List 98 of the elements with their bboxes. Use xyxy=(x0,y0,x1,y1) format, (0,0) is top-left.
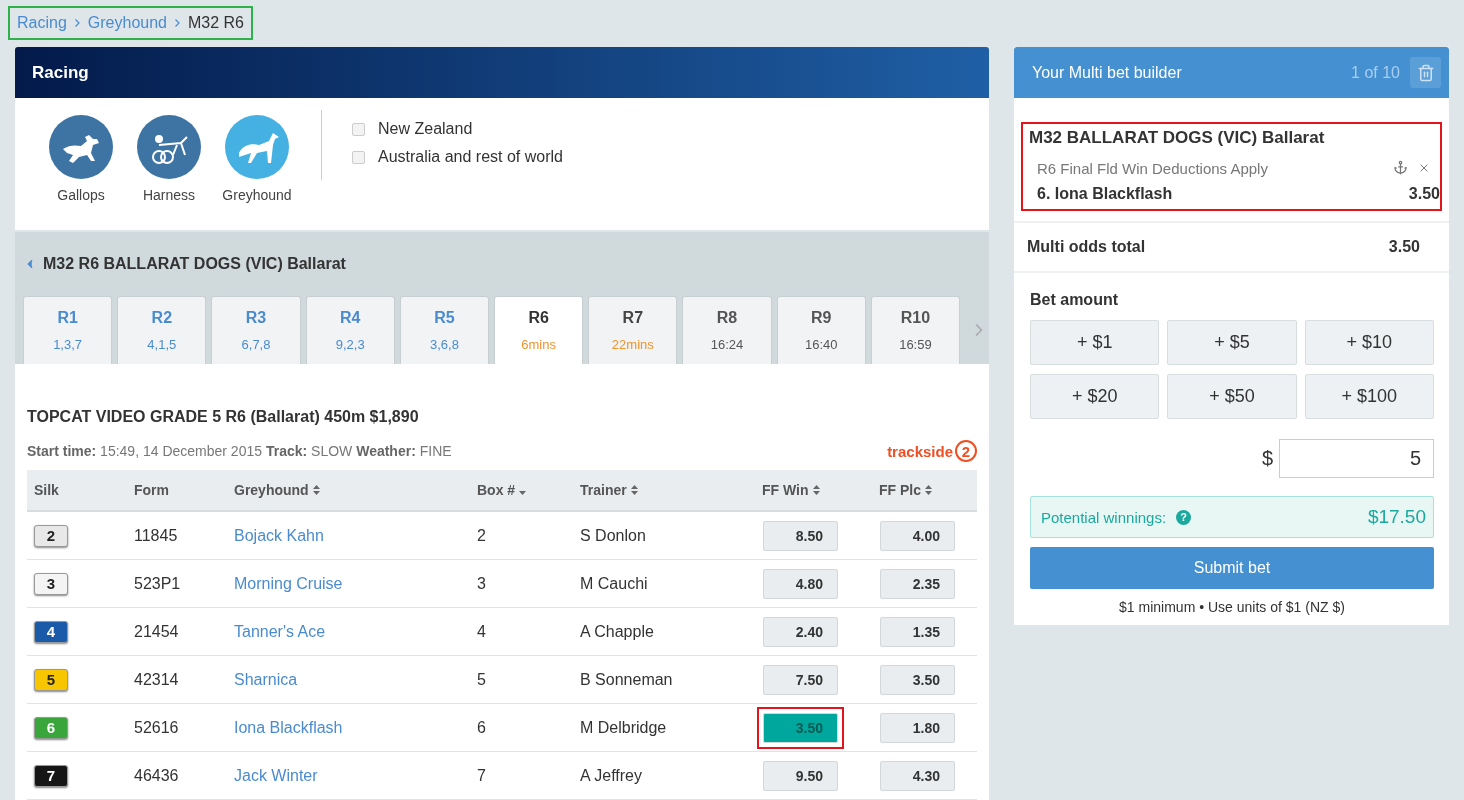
table-cell-text: 7 xyxy=(477,766,487,785)
column-header: Box # xyxy=(477,482,516,498)
column-header: FF Plc xyxy=(879,482,921,498)
race-tab[interactable]: R8 16:24 xyxy=(682,296,772,364)
odds-button[interactable]: 1.80 xyxy=(880,712,955,743)
table-cell-text: B Sonneman xyxy=(580,670,674,689)
sort-icon[interactable] xyxy=(630,485,638,495)
race-title: TOPCAT VIDEO GRADE 5 R6 (Ballarat) 450m $1,890 xyxy=(27,408,420,426)
odds-button[interactable]: 1.35 xyxy=(880,616,955,647)
table-cell-text: 11845 xyxy=(134,526,179,545)
broadcaster-logo: trackside xyxy=(887,442,953,460)
column-header: Trainer xyxy=(580,482,627,498)
table-cell-text: 42314 xyxy=(134,670,180,689)
chevron-icon xyxy=(74,19,80,27)
harness-icon xyxy=(137,115,201,179)
sort-icon[interactable] xyxy=(312,485,320,495)
table-cell-text: 4 xyxy=(477,622,487,641)
race-tab[interactable]: R9 16:40 xyxy=(776,296,866,364)
odds-button[interactable]: 7.50 xyxy=(763,664,838,695)
silk: 6 xyxy=(34,716,68,739)
amount-button[interactable]: + $100 xyxy=(1304,374,1434,419)
amount-button[interactable]: + $50 xyxy=(1167,374,1297,419)
odds-button[interactable]: 8.50 xyxy=(763,520,838,551)
table-cell-text: 21454 xyxy=(134,622,180,641)
checkbox[interactable] xyxy=(352,122,365,136)
table-cell-text: M Cauchi xyxy=(580,574,649,593)
bet-note: $1 minimum • Use units of $1 (NZ $) xyxy=(1118,599,1346,615)
odds-button[interactable]: 2.35 xyxy=(880,568,955,599)
amount-button[interactable]: + $1 xyxy=(1030,320,1160,365)
runner-link[interactable]: Jack Winter xyxy=(234,766,318,784)
amount-button[interactable]: + $10 xyxy=(1304,320,1434,365)
race-info: Start time: 15:49, 14 December 2015 Track: SLOW Weather: FINE xyxy=(27,443,452,459)
odds-button[interactable]: 3.50 xyxy=(880,664,955,695)
breadcrumb-current: M32 R6 xyxy=(188,14,244,32)
runner-link[interactable]: Sharnica xyxy=(234,670,298,688)
race-tab[interactable]: R7 22mins xyxy=(588,296,678,364)
table-cell-text: 2 xyxy=(477,526,487,545)
chevron-icon xyxy=(175,19,180,27)
selection-odds: 3.50 xyxy=(1408,185,1440,203)
column-header: Greyhound xyxy=(234,482,309,498)
table-cell-text: A Jeffrey xyxy=(580,766,643,785)
checkbox[interactable] xyxy=(352,150,365,164)
anchor-icon[interactable] xyxy=(1393,160,1408,175)
selection-meeting: M32 BALLARAT DOGS (VIC) Ballarat xyxy=(1029,128,1326,148)
winnings-label: Potential winnings: xyxy=(1041,508,1167,526)
silk: 4 xyxy=(34,620,68,643)
odds-button[interactable]: 4.30 xyxy=(880,760,955,791)
stake-input[interactable]: 5 xyxy=(1279,439,1434,478)
sort-icon[interactable] xyxy=(812,485,820,495)
table-cell-text: 523P1 xyxy=(134,574,182,593)
panel-header: Racing xyxy=(15,47,989,98)
table-cell-text: 46436 xyxy=(134,766,180,785)
amount-button[interactable]: + $20 xyxy=(1030,374,1160,419)
silk: 2 xyxy=(34,524,68,547)
gallops-icon xyxy=(49,115,113,179)
race-tab[interactable]: R10 16:59 xyxy=(870,296,961,364)
checkbox-label: Australia and rest of world xyxy=(378,148,563,166)
table-cell-text: 52616 xyxy=(134,718,180,737)
winnings-value: $17.50 xyxy=(1367,506,1426,528)
runner-link[interactable]: Iona Blackflash xyxy=(234,718,343,736)
odds-button[interactable]: 4.80 xyxy=(763,568,838,599)
silk: 5 xyxy=(34,668,68,691)
selection-market: R6 Final Fld Win Deductions Apply xyxy=(1037,160,1269,177)
sort-icon[interactable] xyxy=(925,485,932,495)
table-cell-text: 6 xyxy=(477,718,487,737)
odds-button[interactable]: 2.40 xyxy=(763,616,838,647)
betslip-title: Your Multi bet builder xyxy=(1032,63,1183,82)
runner-link[interactable]: Bojack Kahn xyxy=(234,526,324,544)
table-cell-text: 3 xyxy=(477,574,487,593)
column-header: FF Win xyxy=(762,482,809,498)
runner-link[interactable]: Morning Cruise xyxy=(234,574,343,592)
runner-link[interactable]: Tanner's Ace xyxy=(234,622,326,640)
sport-label[interactable]: Greyhound xyxy=(222,187,292,203)
race-tab[interactable]: R6 6mins xyxy=(494,296,584,364)
trash-icon xyxy=(1416,63,1435,82)
table-cell-text: M Delbridge xyxy=(580,718,668,737)
currency-label: $ xyxy=(1261,447,1273,470)
channel-badge: 2 xyxy=(955,440,977,462)
column-header: Silk xyxy=(34,482,59,498)
greyhound-icon xyxy=(225,115,289,179)
amount-button[interactable]: + $5 xyxy=(1167,320,1297,365)
total-odds: 3.50 xyxy=(1388,238,1420,256)
odds-button[interactable]: 9.50 xyxy=(763,760,838,791)
odds-button[interactable]: 4.00 xyxy=(880,520,955,551)
selection-count: 1 of 10 xyxy=(1351,63,1400,82)
total-label: Multi odds total xyxy=(1027,238,1146,256)
bet-amount-label: Bet amount xyxy=(1030,291,1119,309)
table-cell-text: A Chapple xyxy=(580,622,655,641)
meeting-title: M32 R6 BALLARAT DOGS (VIC) Ballarat xyxy=(43,255,346,273)
selection-runner: 6. Iona Blackflash xyxy=(1037,185,1174,203)
silk: 7 xyxy=(34,764,68,787)
column-header: Form xyxy=(134,482,169,498)
silk: 3 xyxy=(34,572,68,595)
sport-label[interactable]: Harness xyxy=(142,187,196,203)
checkbox-label: New Zealand xyxy=(378,120,473,138)
table-cell-text: S Donlon xyxy=(580,526,647,545)
table-cell-text: 5 xyxy=(477,670,487,689)
sport-label[interactable]: Gallops xyxy=(57,187,105,203)
